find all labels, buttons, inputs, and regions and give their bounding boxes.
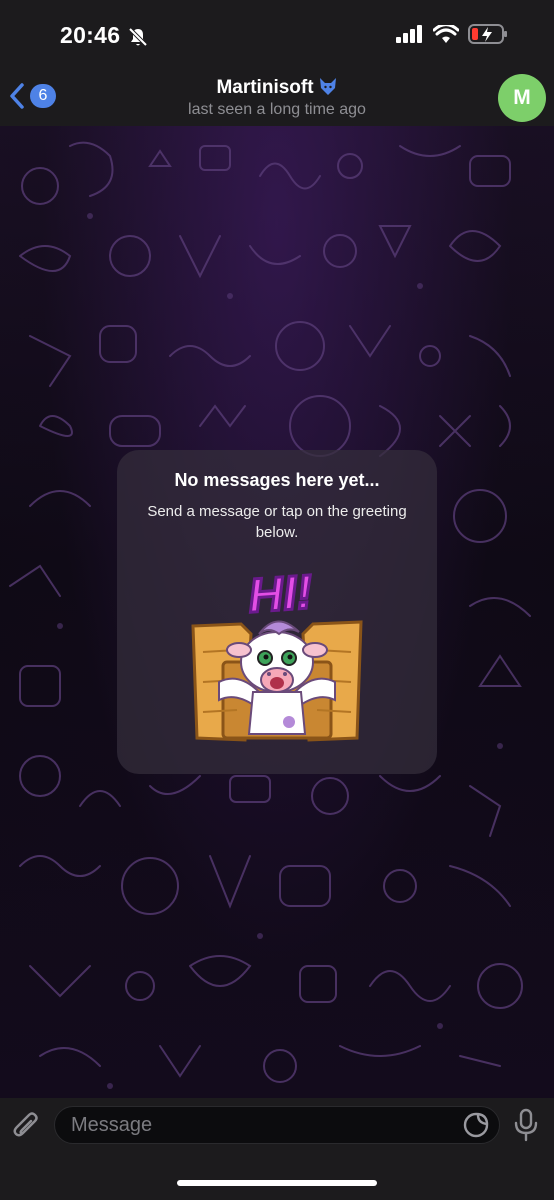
home-indicator[interactable] <box>177 1180 377 1186</box>
battery-icon <box>468 24 508 49</box>
signal-icon <box>396 25 424 48</box>
chat-header: 20:46 6 Martinisoft last seen a long tim… <box>0 0 554 126</box>
message-input[interactable] <box>54 1106 500 1144</box>
chat-title[interactable]: Martinisoft <box>0 76 554 102</box>
empty-chat-description: Send a message or tap on the greeting be… <box>147 503 407 541</box>
cow-hi-sticker-icon: HI! <box>191 564 363 742</box>
bell-muted-icon <box>127 26 149 53</box>
sticker-hi-text: HI! <box>247 566 315 623</box>
sticker-icon[interactable] <box>462 1111 490 1144</box>
empty-chat-title: No messages here yet... <box>174 470 380 490</box>
status-indicators <box>396 22 508 49</box>
greeting-sticker[interactable]: HI! <box>189 562 365 748</box>
message-composer <box>0 1098 554 1200</box>
attach-paperclip-icon[interactable] <box>12 1110 42 1147</box>
microphone-icon[interactable] <box>512 1107 540 1148</box>
status-time: 20:46 <box>60 22 121 48</box>
wolf-emoji-status-icon <box>318 76 338 102</box>
last-seen-status: last seen a long time ago <box>188 101 366 118</box>
chat-screen: 20:46 6 Martinisoft last seen a long tim… <box>0 0 554 1200</box>
avatar[interactable]: M <box>498 74 546 122</box>
empty-chat-card: No messages here yet... Send a message o… <box>117 450 437 774</box>
wifi-icon <box>432 22 460 49</box>
chat-title-text: Martinisoft <box>216 77 314 98</box>
